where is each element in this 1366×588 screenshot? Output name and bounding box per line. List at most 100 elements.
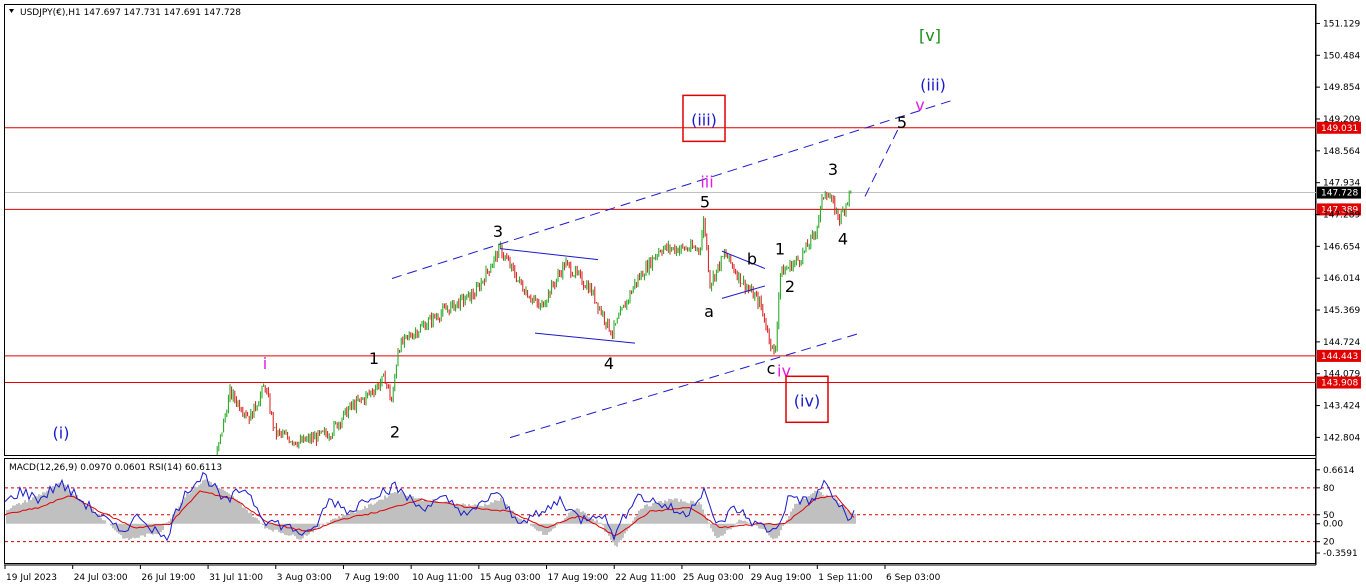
macd-bar: [542, 523, 544, 535]
macd-bar: [650, 506, 652, 524]
macd-bar: [738, 519, 740, 524]
macd-bar: [394, 492, 396, 524]
macd-bar: [442, 502, 444, 524]
macd-bar: [812, 492, 814, 524]
macd-bar: [186, 493, 188, 524]
price-tick-label: 149.209: [1323, 115, 1360, 125]
macd-bar: [308, 523, 310, 535]
macd-bar: [258, 520, 260, 524]
macd-bar: [648, 506, 650, 524]
macd-bar: [250, 512, 252, 524]
macd-bar: [30, 499, 32, 524]
macd-bar: [742, 520, 744, 524]
macd-bar: [436, 500, 438, 524]
time-tick-label: 3 Aug 03:00: [277, 573, 332, 583]
macd-bar: [382, 499, 384, 524]
price-tick-label: 148.564: [1323, 147, 1360, 157]
level-price-label: 144.443: [1321, 352, 1358, 362]
macd-bar: [242, 507, 244, 524]
wave-label: 3: [493, 222, 503, 241]
macd-bar: [530, 523, 532, 526]
wave-label: 5: [897, 113, 907, 132]
time-tick-label: 19 Jul 2023: [6, 573, 57, 583]
macd-bar: [288, 523, 290, 536]
wave-label: b: [747, 250, 757, 269]
macd-bar: [214, 484, 216, 524]
macd-bar: [208, 480, 210, 524]
macd-bar: [212, 484, 214, 524]
macd-bar: [674, 498, 676, 524]
macd-bar: [340, 517, 342, 524]
macd-bar: [712, 523, 714, 532]
macd-bar: [736, 522, 738, 524]
indicator-tick-label: 0.00: [1323, 520, 1343, 530]
macd-bar: [492, 502, 494, 524]
macd-bar: [780, 523, 782, 531]
macd-bar: [400, 491, 402, 524]
macd-bar: [60, 482, 62, 524]
macd-bar: [192, 489, 194, 524]
macd-bar: [188, 494, 190, 524]
macd-bar: [540, 523, 542, 532]
macd-bar: [450, 502, 452, 524]
macd-bar: [782, 523, 784, 527]
wave-label: [v]: [919, 26, 941, 45]
macd-bar: [366, 507, 368, 524]
macd-bar: [12, 505, 14, 524]
symbol-header: USDJPY(€),H1 147.697 147.731 147.691 147…: [9, 8, 241, 18]
macd-bar: [320, 523, 322, 525]
macd-bar: [372, 504, 374, 524]
time-tick-label: 22 Aug 11:00: [615, 573, 676, 583]
macd-bar: [470, 505, 472, 524]
wave-label: v: [915, 95, 924, 114]
time-tick-label: 15 Aug 03:00: [480, 573, 541, 583]
macd-bar: [494, 500, 496, 524]
macd-bar: [322, 523, 324, 526]
macd-bar: [272, 523, 274, 532]
macd-bar: [78, 499, 80, 524]
macd-bar: [26, 502, 28, 524]
macd-bar: [644, 504, 646, 524]
macd-bar: [826, 494, 828, 524]
macd-bar: [184, 497, 186, 524]
level-price-label: 149.031: [1321, 124, 1358, 134]
macd-bar: [418, 498, 420, 524]
macd-bar: [260, 523, 262, 524]
macd-bar: [380, 499, 382, 524]
macd-bar: [744, 520, 746, 524]
macd-bar: [550, 523, 552, 532]
macd-bar: [74, 495, 76, 524]
time-tick-label: 25 Aug 03:00: [683, 573, 744, 583]
macd-bar: [552, 523, 554, 529]
macd-bar: [204, 479, 206, 524]
price-tick-label: 150.484: [1323, 51, 1360, 61]
wave-label: 2: [785, 277, 795, 296]
price-tick-label: 147.934: [1323, 179, 1360, 189]
time-tick-label: 1 Sep 11:00: [818, 573, 873, 583]
macd-bar: [572, 509, 574, 524]
macd-bar: [814, 490, 816, 524]
macd-bar: [88, 504, 90, 524]
macd-bar: [38, 494, 40, 524]
macd-bar: [166, 522, 168, 524]
macd-bar: [236, 499, 238, 524]
macd-bar: [232, 496, 234, 524]
macd-bar: [168, 521, 170, 524]
macd-bar: [110, 523, 112, 526]
macd-bar: [104, 520, 106, 524]
macd-bar: [444, 501, 446, 524]
current-price-label: 147.728: [1321, 189, 1358, 199]
price-tick-label: 144.079: [1323, 370, 1360, 380]
main-panel: [4, 4, 1316, 456]
time-tick-label: 29 Aug 19:00: [751, 573, 812, 583]
macd-bar: [80, 499, 82, 524]
macd-bar: [392, 493, 394, 524]
macd-bar: [254, 517, 256, 524]
macd-bar: [638, 510, 640, 524]
macd-bar: [58, 482, 60, 524]
macd-bar: [722, 523, 724, 536]
macd-bar: [772, 523, 774, 540]
macd-bar: [402, 492, 404, 524]
wave-label: i: [263, 354, 267, 373]
macd-bar: [202, 480, 204, 524]
